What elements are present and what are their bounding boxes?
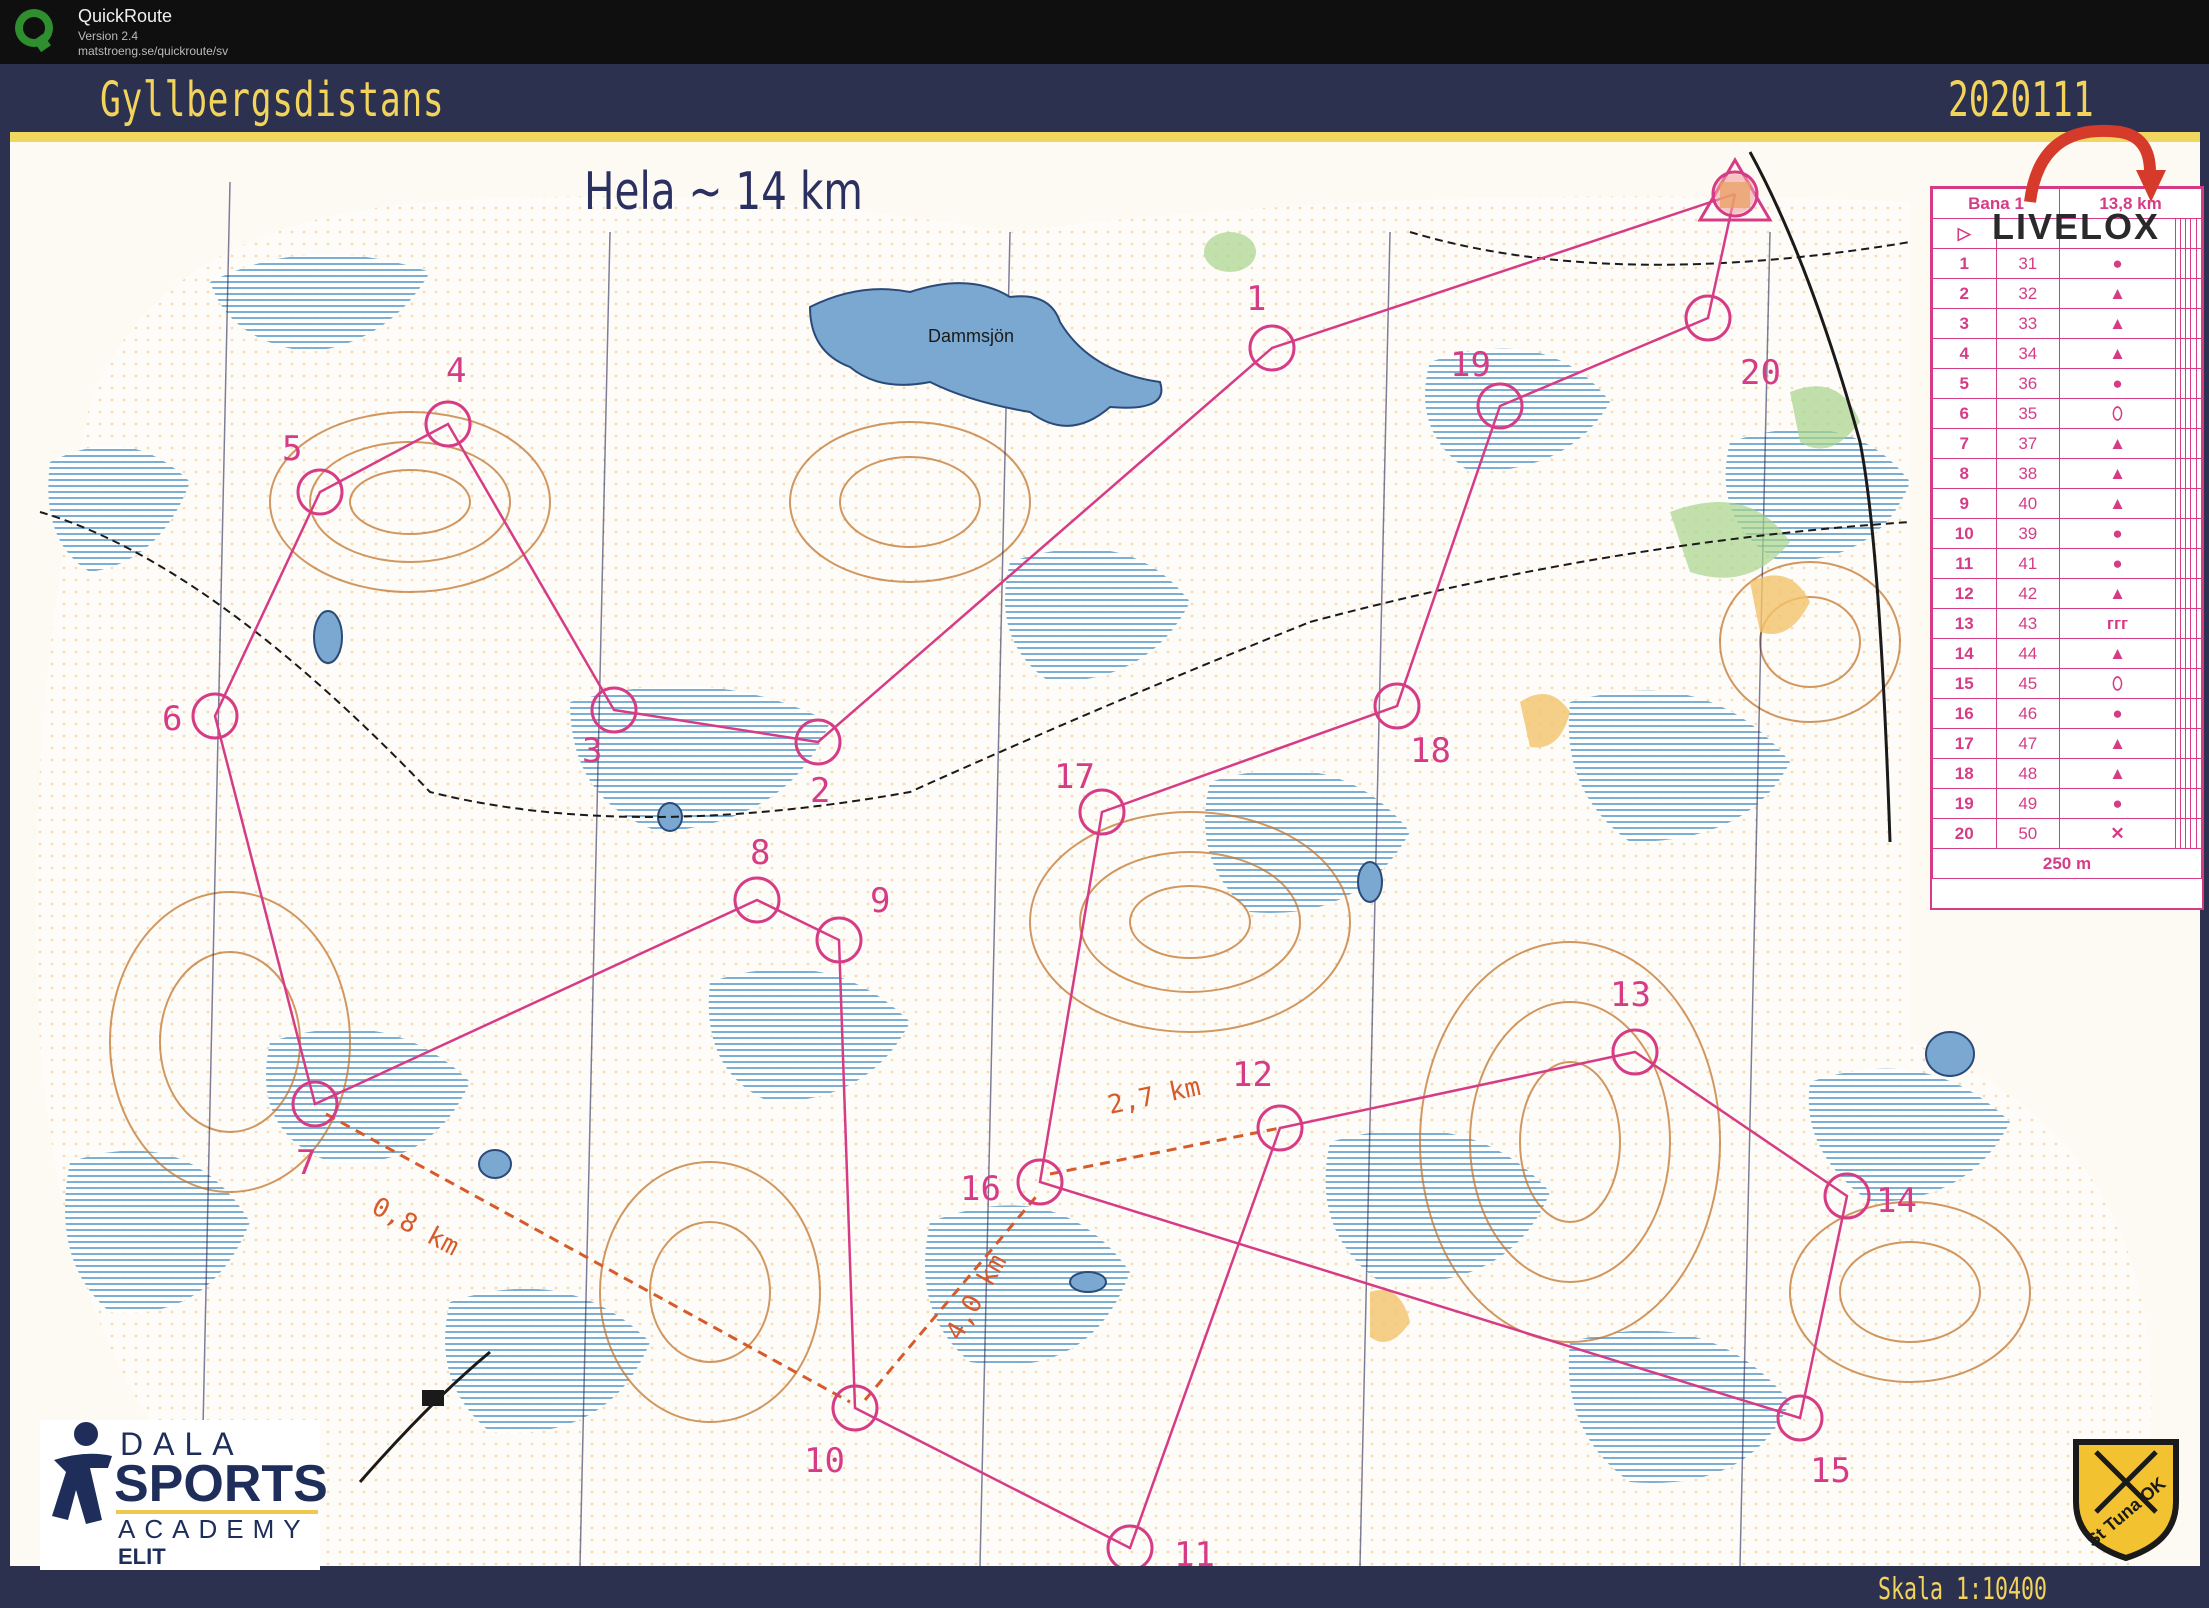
- lake-label: Dammsjön: [928, 326, 1014, 346]
- table-row: 13 43 ᴦᴦᴦ: [1932, 608, 2203, 639]
- control-label-7: 7: [296, 1143, 316, 1183]
- app-version: Version 2.4: [78, 29, 139, 43]
- control-label-9: 9: [870, 881, 890, 921]
- table-row: 7 37 ▲: [1932, 428, 2203, 459]
- orienteering-map[interactable]: Dammsjön 1 2 3 4 5 6 7 8 9 10 11 12 13 1…: [10, 142, 2200, 1566]
- control-label-14: 14: [1876, 1181, 1917, 1221]
- livelox-arrow-icon: [2024, 124, 2166, 203]
- table-row: 9 40 ▲: [1932, 488, 2203, 519]
- control-label-10: 10: [804, 1441, 845, 1481]
- header-divider: [10, 132, 2200, 142]
- table-row: 20 50 ✕: [1932, 818, 2203, 849]
- map-scale: Skala 1:10400: [1878, 1572, 2048, 1607]
- club-logo-icon: St Tuna OK: [2073, 1439, 2179, 1562]
- table-row: 14 44 ▲: [1932, 638, 2203, 669]
- start-icon: ▷: [1932, 218, 1997, 249]
- app-titlebar: QuickRoute Version 2.4 matstroeng.se/qui…: [0, 0, 2209, 64]
- academy-label-main: SPORTS: [114, 1455, 328, 1513]
- app-name: QuickRoute: [78, 6, 173, 26]
- control-label-19: 19: [1450, 345, 1491, 385]
- control-label-2: 2: [810, 771, 830, 811]
- table-row: 2 32 ▲: [1932, 278, 2203, 309]
- map-title: Gyllbergsdistans: [100, 72, 445, 128]
- table-row: 11 41 ●: [1932, 548, 2203, 579]
- control-label-13: 13: [1610, 975, 1651, 1015]
- app-url: matstroeng.se/quickroute/sv: [78, 44, 229, 58]
- table-row: 4 34 ▲: [1932, 338, 2203, 369]
- livelox-logo: LIVELOX: [1992, 206, 2161, 247]
- table-row: 12 42 ▲: [1932, 578, 2203, 609]
- table-row: 6 35 ⬯: [1932, 398, 2203, 429]
- table-row: 5 36 ●: [1932, 368, 2203, 399]
- academy-label-level: ELIT: [118, 1544, 166, 1569]
- course-label: Hela ~ 14 km: [584, 162, 863, 222]
- control-description-table: Bana 1 13,8 km ▷ 1 31 ● 2 32 ▲ 3 33 ▲ 4 34 ▲ 5 36…: [1930, 186, 2204, 910]
- table-row: 3 33 ▲: [1932, 308, 2203, 339]
- athlete-icon: [52, 1422, 112, 1524]
- academy-label-sub: ACADEMY: [118, 1514, 310, 1544]
- control-label-18: 18: [1410, 731, 1451, 771]
- table-row: 8 38 ▲: [1932, 458, 2203, 489]
- finish-distance: 250 m: [1932, 848, 2202, 879]
- control-label-20: 20: [1740, 353, 1781, 393]
- map-canvas: Dammsjön 1 2 3 4 5 6 7 8 9 10 11 12 13 1…: [10, 142, 2200, 1566]
- table-row: 16 46 ●: [1932, 698, 2203, 729]
- control-label-6: 6: [162, 699, 182, 739]
- control-label-4: 4: [446, 351, 466, 391]
- control-label-17: 17: [1054, 757, 1095, 797]
- control-label-1: 1: [1246, 279, 1266, 319]
- control-label-5: 5: [282, 429, 302, 469]
- control-label-11: 11: [1174, 1535, 1215, 1566]
- quickroute-logo-icon: [15, 9, 53, 53]
- table-row: 10 39 ●: [1932, 518, 2203, 549]
- table-row: 1 31 ●: [1932, 248, 2203, 279]
- control-label-3: 3: [582, 731, 602, 771]
- table-row: 19 49 ●: [1932, 788, 2203, 819]
- control-label-8: 8: [750, 833, 770, 873]
- control-label-16: 16: [960, 1169, 1001, 1209]
- control-label-12: 12: [1232, 1055, 1273, 1095]
- table-row: 17 47 ▲: [1932, 728, 2203, 759]
- control-label-15: 15: [1810, 1451, 1851, 1491]
- table-row: 18 48 ▲: [1932, 758, 2203, 789]
- table-row: 15 45 ⬯: [1932, 668, 2203, 699]
